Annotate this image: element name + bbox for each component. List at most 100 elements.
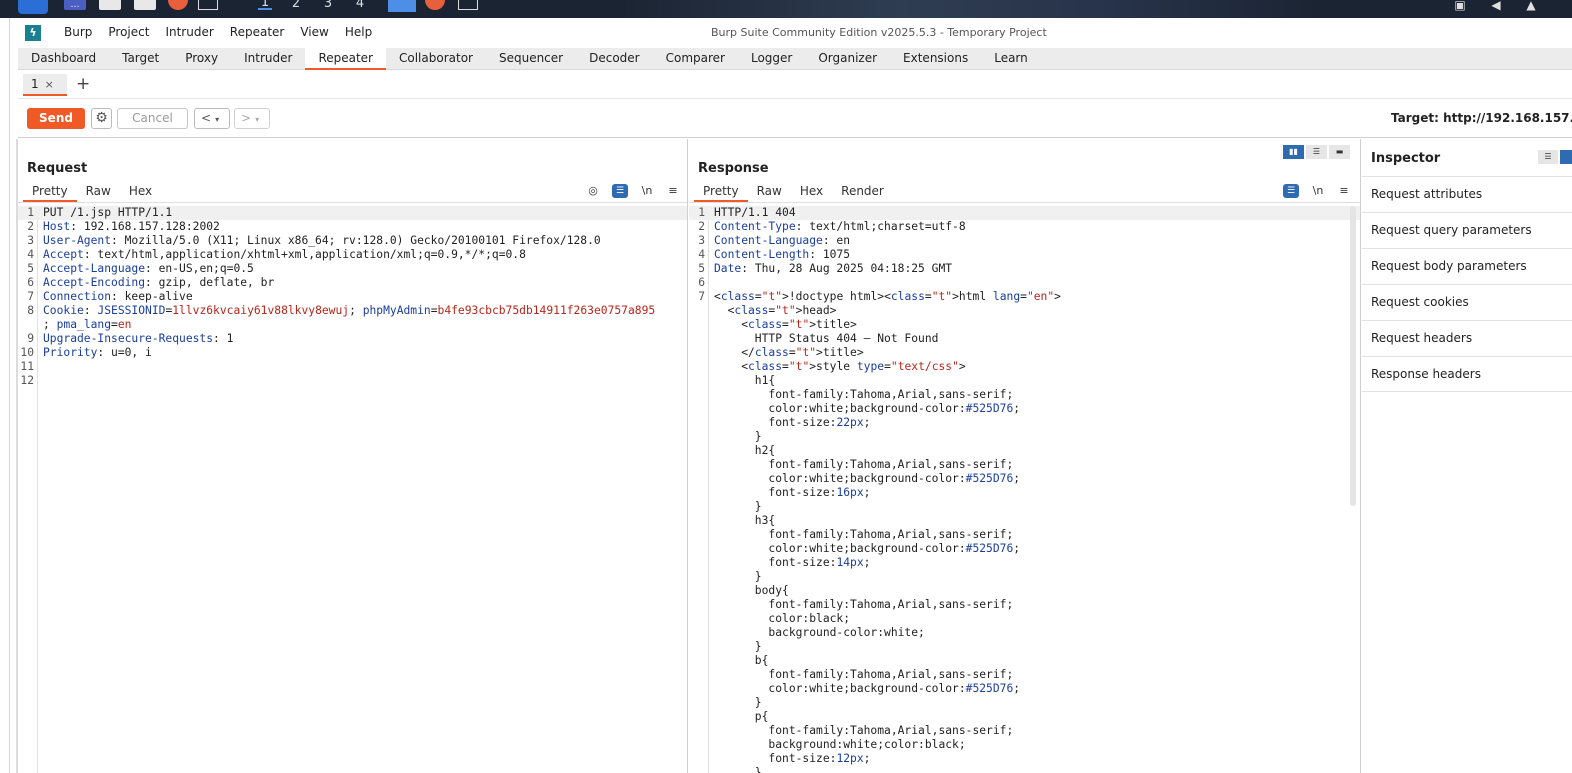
- chevron-down-icon[interactable]: ▾: [215, 115, 219, 124]
- code-line: 7 Connection: keep-alive: [18, 290, 687, 304]
- code-line: HTTP Status 404 – Not Found: [689, 332, 1360, 346]
- target-label[interactable]: Target: http://192.168.157.128:2002: [1391, 111, 1572, 125]
- back-arrow-icon: <: [201, 111, 212, 125]
- response-editor[interactable]: 1 HTTP/1.1 404 2 Content-Type: text/html;ch…: [689, 206, 1360, 773]
- tab-organizer[interactable]: Organizer: [805, 48, 890, 69]
- code-line: color:white;background-color:#525D76;: [689, 682, 1360, 696]
- firefox-taskbar-icon[interactable]: [425, 0, 445, 10]
- cancel-button[interactable]: Cancel: [117, 108, 188, 129]
- tab-logger[interactable]: Logger: [738, 48, 805, 69]
- word-wrap-icon[interactable]: ☰: [1283, 184, 1299, 198]
- code-line: 2 Host: 192.168.157.128:2002: [18, 220, 687, 234]
- inspector-request-headers[interactable]: Request headers: [1362, 320, 1572, 356]
- split-horizontal-icon[interactable]: ☰: [1306, 145, 1327, 159]
- code-line: 1 HTTP/1.1 404: [689, 206, 1360, 220]
- tab-dashboard[interactable]: Dashboard: [18, 48, 109, 69]
- workspace-2[interactable]: 2: [289, 0, 303, 11]
- menu-view[interactable]: View: [292, 19, 336, 48]
- code-text: <class="t">!doctype html><class="t">html…: [714, 290, 1061, 303]
- menu-icon[interactable]: ≡: [1337, 184, 1351, 198]
- tab-intruder[interactable]: Intruder: [231, 48, 305, 69]
- menu-repeater[interactable]: Repeater: [222, 19, 293, 48]
- lock-icon[interactable]: ▣: [1453, 0, 1467, 12]
- code-line: <class="t">style type="text/css">: [689, 360, 1360, 374]
- burp-taskbar-icon[interactable]: [388, 0, 416, 12]
- menu-icon[interactable]: ≡: [666, 184, 680, 198]
- code-line: }: [689, 430, 1360, 444]
- code-text: Content-Type: text/html;charset=utf-8: [714, 220, 966, 233]
- code-text: }: [714, 766, 762, 773]
- tab-learn[interactable]: Learn: [981, 48, 1041, 69]
- newline-icon[interactable]: \n: [1311, 184, 1325, 198]
- tab-proxy[interactable]: Proxy: [172, 48, 231, 69]
- split-vertical-icon[interactable]: ▮▮: [1283, 145, 1304, 159]
- line-number: 8: [27, 304, 34, 317]
- tab-extensions[interactable]: Extensions: [890, 48, 981, 69]
- workspace-3[interactable]: 3: [321, 0, 335, 11]
- workspace-1[interactable]: 1: [258, 0, 272, 10]
- inspector-response-headers[interactable]: Response headers: [1362, 356, 1572, 392]
- grid-view-icon[interactable]: [1560, 150, 1572, 164]
- response-view-tabs: Pretty Raw Hex Render: [694, 182, 893, 202]
- gear-icon[interactable]: ⚙: [91, 108, 112, 129]
- tab-repeater[interactable]: Repeater: [305, 48, 386, 70]
- list-view-icon[interactable]: ☰: [1538, 150, 1558, 164]
- code-text: font-family:Tahoma,Arial,sans-serif;: [714, 388, 1014, 401]
- text-editor-icon[interactable]: [99, 0, 121, 10]
- code-line: 5 Date: Thu, 28 Aug 2025 04:18:25 GMT: [689, 262, 1360, 276]
- window-taskbar-icon[interactable]: [458, 0, 478, 10]
- tab-render[interactable]: Render: [832, 182, 893, 202]
- tab-raw[interactable]: Raw: [77, 182, 120, 202]
- code-text: color:white;background-color:#525D76;: [714, 542, 1021, 555]
- add-tab-icon[interactable]: +: [76, 74, 90, 94]
- single-view-icon[interactable]: ▬: [1329, 145, 1350, 159]
- inspector-request-query-parameters[interactable]: Request query parameters: [1362, 212, 1572, 248]
- menu-project[interactable]: Project: [100, 19, 157, 48]
- tab-hex[interactable]: Hex: [791, 182, 832, 202]
- code-line: <class="t">head>: [689, 304, 1360, 318]
- file-manager-icon[interactable]: …: [64, 0, 86, 10]
- tab-collaborator[interactable]: Collaborator: [386, 48, 486, 69]
- firefox-icon[interactable]: [168, 0, 188, 10]
- menu-burp[interactable]: Burp: [56, 19, 100, 48]
- back-button[interactable]: < ▾: [194, 108, 230, 129]
- send-button[interactable]: Send: [27, 108, 85, 129]
- volume-icon[interactable]: ◀: [1489, 0, 1503, 12]
- tab-pretty[interactable]: Pretty: [694, 182, 748, 202]
- chevron-down-icon[interactable]: ▾: [255, 115, 259, 124]
- code-text: Connection: keep-alive: [43, 290, 193, 303]
- hide-icon[interactable]: ◎: [586, 184, 600, 198]
- code-line: <class="t">title>: [689, 318, 1360, 332]
- repeater-tab-1[interactable]: 1 ×: [23, 74, 67, 96]
- inspector-title: Inspector: [1371, 151, 1441, 166]
- close-icon[interactable]: ×: [45, 78, 54, 91]
- window-icon[interactable]: [198, 0, 218, 10]
- inspector-request-attributes[interactable]: Request attributes: [1362, 176, 1572, 212]
- code-line: color:white;background-color:#525D76;: [689, 542, 1360, 556]
- tab-target[interactable]: Target: [109, 48, 172, 69]
- scrollbar[interactable]: [1350, 206, 1356, 506]
- line-number: 12: [20, 374, 34, 387]
- notification-icon[interactable]: ▲: [1524, 0, 1538, 12]
- request-editor[interactable]: 1 PUT /1.jsp HTTP/1.1 2 Host: 192.168.157.1…: [18, 206, 687, 773]
- tab-comparer[interactable]: Comparer: [653, 48, 738, 69]
- newline-icon[interactable]: \n: [640, 184, 654, 198]
- tab-pretty[interactable]: Pretty: [23, 182, 77, 202]
- tab-raw[interactable]: Raw: [748, 182, 791, 202]
- tab-sequencer[interactable]: Sequencer: [486, 48, 576, 69]
- menu-help[interactable]: Help: [337, 19, 380, 48]
- code-text: Accept-Encoding: gzip, deflate, br: [43, 276, 275, 289]
- divider: [18, 202, 687, 203]
- tab-decoder[interactable]: Decoder: [576, 48, 653, 69]
- forward-button[interactable]: > ▾: [234, 108, 270, 129]
- code-line: </class="t">title>: [689, 346, 1360, 360]
- tab-hex[interactable]: Hex: [120, 182, 161, 202]
- inspector-request-body-parameters[interactable]: Request body parameters: [1362, 248, 1572, 284]
- kali-menu-icon[interactable]: [18, 0, 48, 14]
- inspector-request-cookies[interactable]: Request cookies: [1362, 284, 1572, 320]
- menu-intruder[interactable]: Intruder: [157, 19, 221, 48]
- workspace-4[interactable]: 4: [353, 0, 367, 11]
- code-line: body{: [689, 584, 1360, 598]
- word-wrap-icon[interactable]: ☰: [612, 184, 628, 198]
- terminal-icon[interactable]: [134, 0, 156, 10]
